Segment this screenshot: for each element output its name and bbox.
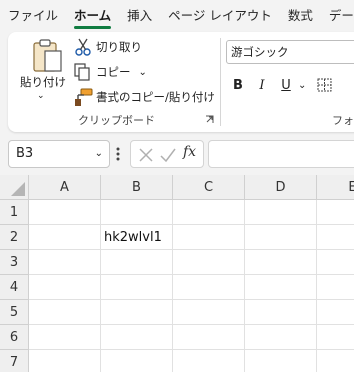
column-header-d[interactable]: D bbox=[245, 175, 317, 200]
column-header-e[interactable]: E bbox=[317, 175, 354, 200]
tab-home[interactable]: ホーム bbox=[66, 0, 119, 32]
chevron-down-icon[interactable]: ⌄ bbox=[37, 91, 45, 101]
cell-a4[interactable] bbox=[29, 275, 101, 300]
spreadsheet-grid: A B C D E 1 2 3 4 5 6 7 hk2wlvl1 bbox=[0, 175, 354, 372]
cell-a6[interactable] bbox=[29, 325, 101, 350]
cell-d5[interactable] bbox=[245, 300, 317, 325]
row-header-5[interactable]: 5 bbox=[0, 300, 29, 325]
check-icon[interactable] bbox=[158, 145, 178, 165]
clipboard-icon bbox=[33, 39, 62, 72]
excel-window: ファイル ホーム 挿入 ページ レイアウト 数式 データ 貼り付け ⌄ bbox=[0, 0, 354, 372]
tab-data[interactable]: データ bbox=[321, 0, 354, 32]
tab-file[interactable]: ファイル bbox=[0, 0, 66, 32]
insert-function-button[interactable]: fx bbox=[183, 144, 196, 160]
cell-a7[interactable] bbox=[29, 350, 101, 372]
cell-e4[interactable] bbox=[317, 275, 354, 300]
cell-d2[interactable] bbox=[245, 225, 317, 250]
name-box[interactable]: B3 ⌄ bbox=[8, 140, 110, 168]
cell-e2[interactable] bbox=[317, 225, 354, 250]
copy-label: コピー bbox=[96, 65, 131, 79]
cell-c5[interactable] bbox=[173, 300, 245, 325]
name-box-value: B3 bbox=[16, 146, 34, 161]
cell-a5[interactable] bbox=[29, 300, 101, 325]
cell-e1[interactable] bbox=[317, 200, 354, 225]
select-all-icon bbox=[11, 182, 25, 196]
scissors-icon bbox=[75, 38, 91, 56]
bold-button[interactable]: B bbox=[226, 78, 250, 93]
cell-a1[interactable] bbox=[29, 200, 101, 225]
cut-button[interactable]: 切り取り bbox=[72, 36, 142, 58]
underline-button[interactable]: U bbox=[274, 78, 298, 93]
ribbon-tabs: ファイル ホーム 挿入 ページ レイアウト 数式 データ bbox=[0, 0, 354, 32]
column-header-c[interactable]: C bbox=[173, 175, 245, 200]
row-header-1[interactable]: 1 bbox=[0, 200, 29, 225]
formula-bar: B3 ⌄ fx bbox=[0, 136, 354, 174]
tab-insert[interactable]: 挿入 bbox=[119, 0, 160, 32]
clipboard-group-label: クリップボード bbox=[78, 114, 155, 127]
format-painter-button[interactable]: 書式のコピー/貼り付け bbox=[72, 86, 215, 108]
cell-c6[interactable] bbox=[173, 325, 245, 350]
cell-b1[interactable] bbox=[101, 200, 173, 225]
cell-b4[interactable] bbox=[101, 275, 173, 300]
cell-c4[interactable] bbox=[173, 275, 245, 300]
font-format-row: B I U ⌄ bbox=[226, 74, 334, 96]
cell-e7[interactable] bbox=[317, 350, 354, 372]
paste-label: 貼り付け bbox=[20, 75, 66, 89]
copy-button[interactable]: コピー ⌄ bbox=[72, 61, 147, 83]
cell-d4[interactable] bbox=[245, 275, 317, 300]
cancel-icon[interactable] bbox=[136, 145, 156, 165]
select-all-button[interactable] bbox=[0, 175, 29, 200]
cell-c2[interactable] bbox=[173, 225, 245, 250]
group-separator bbox=[220, 38, 221, 126]
chevron-down-icon[interactable]: ⌄ bbox=[139, 67, 147, 78]
copy-icon bbox=[74, 63, 90, 81]
cell-d3[interactable] bbox=[245, 250, 317, 275]
cell-e6[interactable] bbox=[317, 325, 354, 350]
tab-page-layout[interactable]: ページ レイアウト bbox=[160, 0, 280, 32]
cell-b5[interactable] bbox=[101, 300, 173, 325]
formula-input[interactable] bbox=[208, 140, 354, 168]
font-name-box[interactable]: 游ゴシック bbox=[226, 40, 354, 64]
chevron-down-icon[interactable]: ⌄ bbox=[298, 80, 310, 91]
cell-c1[interactable] bbox=[173, 200, 245, 225]
format-painter-icon bbox=[75, 88, 93, 106]
cell-c7[interactable] bbox=[173, 350, 245, 372]
font-group-label: フォン bbox=[332, 114, 354, 127]
cell-e3[interactable] bbox=[317, 250, 354, 275]
cell-a2[interactable] bbox=[29, 225, 101, 250]
cell-d6[interactable] bbox=[245, 325, 317, 350]
cell-b2[interactable]: hk2wlvl1 bbox=[101, 225, 173, 250]
row-header-4[interactable]: 4 bbox=[0, 275, 29, 300]
formula-actions: fx bbox=[130, 140, 204, 168]
row-header-6[interactable]: 6 bbox=[0, 325, 29, 350]
clipboard-group: 貼り付け ⌄ 切り取り コピー ⌄ 書式のコピー/貼り付け クリップボード bbox=[8, 32, 220, 132]
column-header-b[interactable]: B bbox=[101, 175, 173, 200]
cell-a3[interactable] bbox=[29, 250, 101, 275]
column-header-a[interactable]: A bbox=[29, 175, 101, 200]
cell-d1[interactable] bbox=[245, 200, 317, 225]
tab-formulas[interactable]: 数式 bbox=[280, 0, 321, 32]
row-header-2[interactable]: 2 bbox=[0, 225, 29, 250]
cut-label: 切り取り bbox=[96, 40, 142, 54]
cell-b7[interactable] bbox=[101, 350, 173, 372]
row-header-7[interactable]: 7 bbox=[0, 350, 29, 372]
cell-b6[interactable] bbox=[101, 325, 173, 350]
cell-b3[interactable] bbox=[101, 250, 173, 275]
more-options-icon[interactable] bbox=[114, 144, 122, 164]
paste-button[interactable]: 貼り付け ⌄ bbox=[14, 36, 72, 108]
ribbon-panel: 貼り付け ⌄ 切り取り コピー ⌄ 書式のコピー/貼り付け クリップボード 游ゴ… bbox=[8, 32, 354, 132]
cell-d7[interactable] bbox=[245, 350, 317, 372]
dialog-launcher-icon[interactable] bbox=[205, 115, 214, 124]
format-painter-label: 書式のコピー/貼り付け bbox=[96, 90, 215, 104]
borders-icon[interactable] bbox=[316, 77, 334, 93]
cell-c3[interactable] bbox=[173, 250, 245, 275]
chevron-down-icon[interactable]: ⌄ bbox=[95, 141, 103, 167]
cell-e5[interactable] bbox=[317, 300, 354, 325]
italic-button[interactable]: I bbox=[250, 78, 274, 93]
row-header-3[interactable]: 3 bbox=[0, 250, 29, 275]
